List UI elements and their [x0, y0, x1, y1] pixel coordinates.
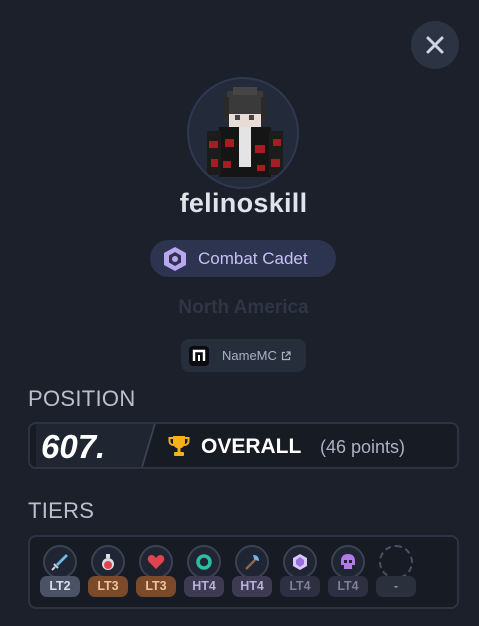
tier-badge: - [376, 576, 416, 597]
tier-badge: LT4 [328, 576, 368, 597]
username: felinoskill [179, 188, 308, 218]
tiers-section-title: TIERS [28, 498, 95, 523]
position-bar: 607. OVERALL (46 points) [28, 422, 459, 469]
overall-label: OVERALL [201, 435, 302, 458]
tier-badge: LT4 [280, 576, 320, 597]
tier-item-empty[interactable]: - [376, 545, 416, 599]
position-number: 607. [41, 428, 106, 465]
position-section-title: POSITION [28, 386, 136, 411]
rank-label: Combat Cadet [198, 248, 308, 268]
ring-icon [187, 545, 221, 579]
tier-badge: LT3 [136, 576, 176, 597]
tiers-list: LT2 LT3 LT3 HT4 HT4 LT4 LT4 - [28, 535, 459, 609]
namemc-logo-icon [189, 345, 209, 366]
namemc-link[interactable]: NameMC [181, 339, 306, 372]
sword-icon [43, 545, 77, 579]
tier-item-ring[interactable]: HT4 [184, 545, 224, 599]
heart-icon [139, 545, 173, 579]
region-label: North America [178, 297, 309, 318]
close-button[interactable] [411, 21, 459, 69]
rank-emblem-icon [164, 246, 186, 271]
tier-badge: HT4 [232, 576, 272, 597]
close-icon [426, 36, 444, 54]
points-label: (46 points) [320, 437, 406, 457]
namemc-label: NameMC [222, 348, 277, 363]
tier-item-potion[interactable]: LT3 [88, 545, 128, 599]
avatar [187, 77, 299, 189]
tier-item-heart[interactable]: LT3 [136, 545, 176, 599]
empty-slot-icon [379, 545, 413, 579]
potion-icon [91, 545, 125, 579]
tier-badge: LT2 [40, 576, 80, 597]
external-link-icon [281, 350, 291, 360]
tier-item-sword[interactable]: LT2 [40, 545, 80, 599]
tier-item-gem[interactable]: LT4 [280, 545, 320, 599]
tier-item-axe[interactable]: HT4 [232, 545, 272, 599]
rank-badge: Combat Cadet [150, 240, 336, 277]
player-skin-render [207, 87, 283, 177]
trophy-icon [168, 436, 190, 456]
axe-icon [235, 545, 269, 579]
tier-badge: HT4 [184, 576, 224, 597]
tier-badge: LT3 [88, 576, 128, 597]
tier-item-skull[interactable]: LT4 [328, 545, 368, 599]
gem-icon [283, 545, 317, 579]
skull-icon [331, 545, 365, 579]
